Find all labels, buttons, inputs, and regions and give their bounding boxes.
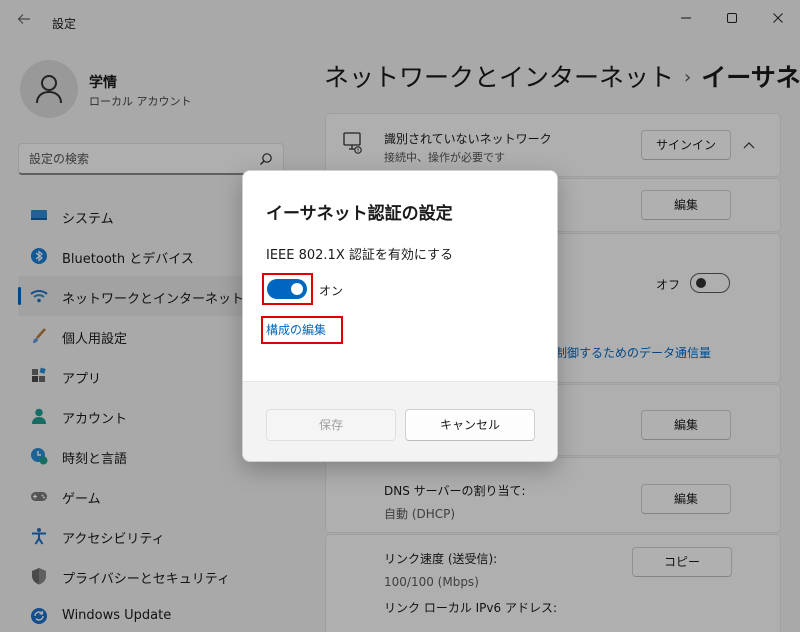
save-button[interactable]: 保存 bbox=[266, 409, 396, 441]
edit-config-link[interactable]: 構成の編集 bbox=[266, 321, 326, 338]
dialog-footer: 保存 キャンセル bbox=[243, 381, 557, 461]
toggle-state-label: オン bbox=[319, 284, 344, 298]
auth-settings-dialog: イーサネット認証の設定 IEEE 802.1X 認証を有効にする オン 構成の編… bbox=[242, 170, 558, 462]
cancel-button[interactable]: キャンセル bbox=[405, 409, 535, 441]
dialog-title: イーサネット認証の設定 bbox=[266, 204, 453, 224]
8021x-toggle[interactable] bbox=[267, 279, 307, 299]
toggle-knob bbox=[291, 283, 303, 295]
dialog-option-label: IEEE 802.1X 認証を有効にする bbox=[266, 248, 453, 263]
